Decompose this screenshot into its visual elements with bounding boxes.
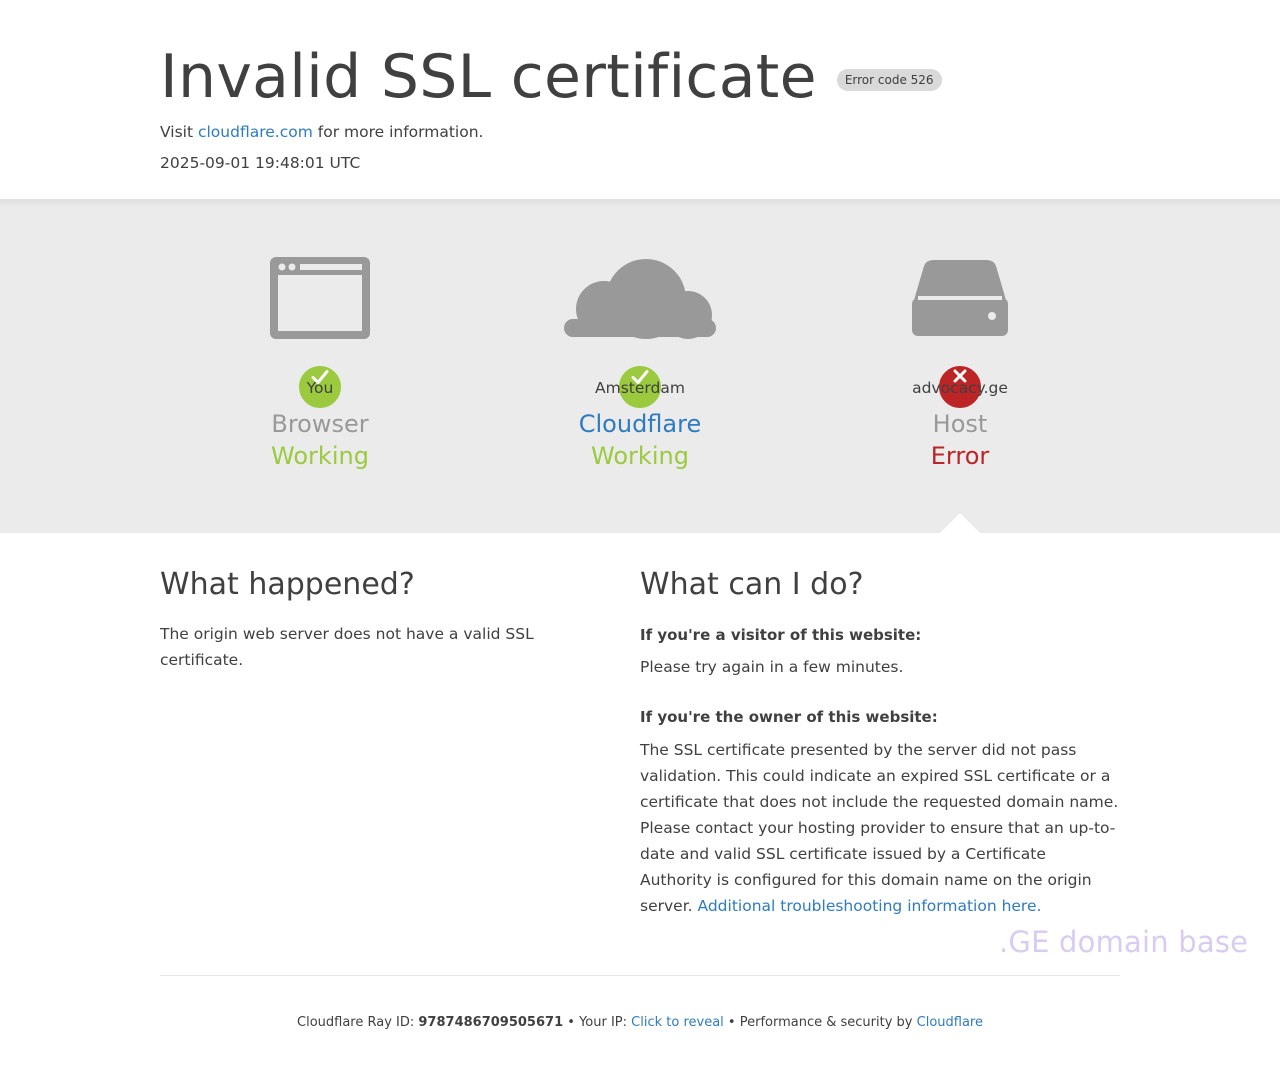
what-can-i-do-heading: What can I do? [640, 567, 864, 602]
title-row: Invalid SSL certificate Error code 526 [160, 42, 1280, 112]
visit-suffix: for more information. [317, 123, 484, 141]
error-pointer [940, 513, 980, 533]
cloud-icon [564, 259, 716, 339]
server-icon [912, 260, 1008, 336]
error-code-badge: Error code 526 [836, 69, 942, 91]
host-role: Host [932, 410, 988, 438]
ray-id-value: 9787486709505671 [418, 1015, 564, 1030]
visit-line: Visit cloudflare.com for more informatio… [160, 122, 1280, 142]
owner-heading: If you're the owner of this website: [640, 708, 938, 726]
watermark-text: .GE domain base [999, 925, 1249, 959]
browser-icon [270, 257, 370, 339]
footer: Cloudflare Ray ID: 9787486709505671 • Yo… [0, 1014, 1280, 1032]
cloudflare-role: Cloudflare [578, 410, 702, 438]
cloudflare-footer-link[interactable]: Cloudflare [917, 1015, 983, 1030]
what-happened-heading: What happened? [160, 567, 415, 602]
page-header: Invalid SSL certificate Error code 526 V… [0, 0, 1280, 199]
timestamp: 2025-09-01 19:48:01 UTC [160, 154, 361, 172]
troubleshooting-link[interactable]: Additional troubleshooting information h… [698, 897, 1042, 915]
browser-role: Browser [271, 410, 369, 438]
cloudflare-state: Working [591, 442, 689, 470]
owner-text: The SSL certificate presented by the ser… [640, 741, 1119, 915]
performance-label: Performance & security by [739, 1015, 913, 1030]
what-happened-section: What happened? The origin web server doe… [160, 533, 560, 673]
visitor-text: Please try again in a few minutes. [640, 658, 904, 676]
visitor-heading: If you're a visitor of this website: [640, 626, 922, 644]
what-happened-text: The origin web server does not have a va… [160, 625, 534, 669]
footer-divider [160, 975, 1120, 976]
what-can-i-do-section: What can I do? If you're a visitor of th… [640, 533, 1120, 919]
footer-separator: • [727, 1015, 736, 1030]
cloudflare-location: Amsterdam [595, 379, 685, 397]
ray-id-label: Cloudflare Ray ID: [297, 1015, 415, 1030]
your-ip-label: Your IP: [579, 1015, 628, 1030]
footer-separator: • [567, 1015, 575, 1030]
status-band: You Browser Working Amsterdam Cloudflare… [0, 199, 1280, 533]
cloudflare-com-link[interactable]: cloudflare.com [198, 123, 313, 141]
host-location: advocacy.ge [912, 379, 1008, 397]
visit-prefix: Visit [160, 123, 194, 141]
host-state: Error [930, 442, 990, 470]
browser-state: Working [271, 442, 369, 470]
reveal-ip-link[interactable]: Click to reveal [631, 1015, 724, 1030]
owner-paragraph: The SSL certificate presented by the ser… [640, 737, 1120, 919]
browser-location: You [306, 379, 334, 397]
page-title: Invalid SSL certificate [160, 42, 817, 112]
